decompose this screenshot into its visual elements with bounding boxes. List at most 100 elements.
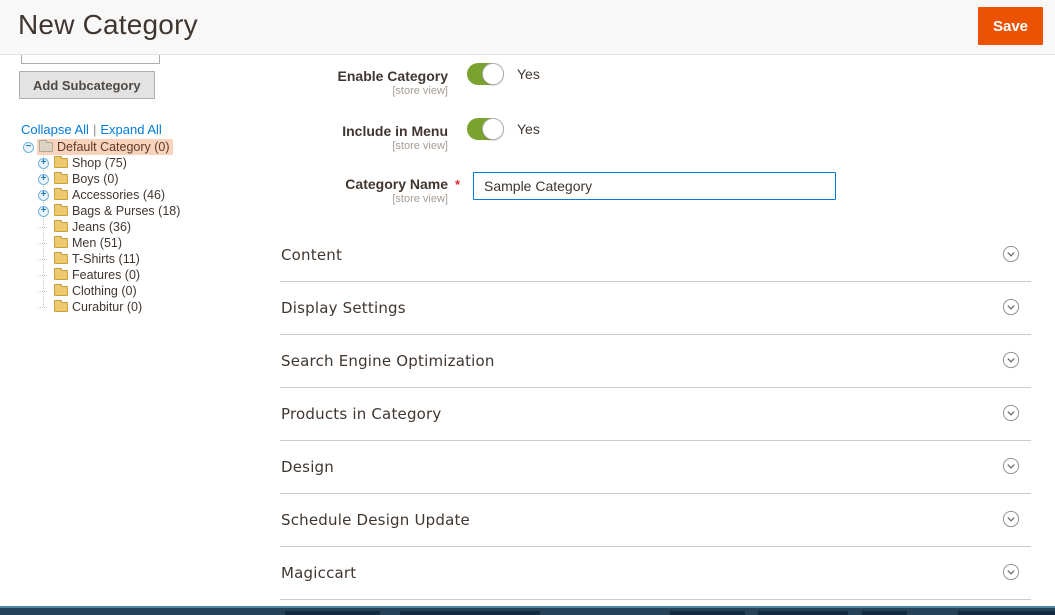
tree-item-clothing[interactable]: Clothing (0) [0,283,272,299]
chevron-down-icon[interactable] [1002,563,1020,581]
store-view-scope: [store view] [280,193,448,205]
enable-category-label: Enable Category [280,69,448,84]
illegible-text-smudge [670,611,745,615]
tree-item-label[interactable]: Curabitur (0) [72,300,142,314]
section-search-engine-optimization[interactable]: Search Engine Optimization [280,335,1031,388]
illegible-text-smudge [862,611,907,615]
cropped-bottom-bar [0,606,1055,615]
tree-item-tshirts[interactable]: T-Shirts (11) [0,251,272,267]
folder-icon [54,206,68,216]
chevron-down-icon[interactable] [1002,245,1020,263]
tree-item-label[interactable]: Features (0) [72,268,140,282]
add-subcategory-button[interactable]: Add Subcategory [19,71,155,99]
expand-all-link[interactable]: Expand All [100,122,161,137]
section-title: Products in Category [281,405,442,423]
tree-connector [38,259,47,260]
toggle-wrap: Yes [467,116,540,140]
field-label: Category Name [store view] [280,169,448,205]
include-in-menu-label: Include in Menu [280,124,448,139]
toggle-value-label: Yes [517,121,540,137]
tree-item-label[interactable]: Boys (0) [72,172,119,186]
tree-item-label[interactable]: Accessories (46) [72,188,165,202]
folder-icon [54,190,68,200]
category-tree-sidebar: Add Subcategory Collapse All|Expand All … [0,55,272,615]
tree-item-label[interactable]: Jeans (36) [72,220,131,234]
section-title: Search Engine Optimization [281,352,495,370]
tree-item-bags-purses[interactable]: + Bags & Purses (18) [0,203,272,219]
category-tree: − Default Category (0) + Shop (75) + Boy… [0,139,272,315]
tree-item-features[interactable]: Features (0) [0,267,272,283]
category-name-input[interactable] [473,172,836,200]
section-display-settings[interactable]: Display Settings [280,282,1031,335]
tree-connector [38,227,47,228]
tree-item-label[interactable]: Shop (75) [72,156,127,170]
tree-node-selected[interactable]: Default Category (0) [37,139,173,155]
illegible-text-smudge [958,611,1055,615]
tree-item-label[interactable]: Default Category (0) [57,140,170,154]
field-label: Enable Category [store view] [280,61,448,97]
section-products-in-category[interactable]: Products in Category [280,388,1031,441]
toggle-knob [482,63,504,85]
field-label: Include in Menu [store view] [280,116,448,152]
folder-icon [54,238,68,248]
folder-icon [54,254,68,264]
folder-icon [54,286,68,296]
chevron-down-icon[interactable] [1002,457,1020,475]
link-separator: | [93,122,96,137]
tree-connector [38,275,47,276]
folder-icon [54,174,68,184]
tree-item-men[interactable]: Men (51) [0,235,272,251]
tree-item-accessories[interactable]: + Accessories (46) [0,187,272,203]
save-button[interactable]: Save [978,7,1043,45]
illegible-text-smudge [400,611,540,615]
tree-links: Collapse All | Expand All [21,122,162,137]
section-magiccart[interactable]: Magiccart [280,547,1031,600]
collapse-all-link[interactable]: Collapse All [21,122,89,137]
tree-item-default-category[interactable]: − Default Category (0) [0,139,272,155]
field-category-name: Category Name [store view] * [280,169,1031,205]
tree-item-label[interactable]: Clothing (0) [72,284,137,298]
accordion-sections: Content Display Settings Search Engine O… [280,229,1031,600]
folder-icon [54,270,68,280]
enable-category-toggle[interactable] [467,63,504,85]
tree-connector [38,307,47,308]
store-view-scope: [store view] [280,140,448,152]
chevron-down-icon[interactable] [1002,351,1020,369]
toggle-wrap: Yes [467,61,540,85]
tree-item-label[interactable]: Bags & Purses (18) [72,204,180,218]
section-title: Display Settings [281,299,406,317]
tree-item-shop[interactable]: + Shop (75) [0,155,272,171]
section-content[interactable]: Content [280,229,1031,282]
expand-icon[interactable]: + [38,206,49,217]
tree-item-curabitur[interactable]: Curabitur (0) [0,299,272,315]
tree-item-jeans[interactable]: Jeans (36) [0,219,272,235]
tree-item-label[interactable]: Men (51) [72,236,122,250]
tree-children: + Shop (75) + Boys (0) + Accessories (46… [0,155,272,315]
chevron-down-icon[interactable] [1002,298,1020,316]
folder-icon [39,142,53,152]
folder-icon [54,222,68,232]
section-title: Magiccart [281,564,356,582]
tree-item-boys[interactable]: + Boys (0) [0,171,272,187]
illegible-text-smudge [758,611,848,615]
chevron-down-icon[interactable] [1002,404,1020,422]
expand-icon[interactable]: + [38,190,49,201]
category-name-label: Category Name [280,177,448,192]
store-view-scope: [store view] [280,85,448,97]
field-enable-category: Enable Category [store view] Yes [280,61,1031,97]
add-root-category-button-cropped[interactable] [21,55,160,64]
expand-icon[interactable]: + [38,158,49,169]
tree-connector [38,291,47,292]
toggle-knob [482,118,504,140]
field-include-in-menu: Include in Menu [store view] Yes [280,116,1031,152]
expand-icon[interactable]: + [38,174,49,185]
required-asterisk: * [448,169,473,192]
collapse-icon[interactable]: − [23,142,34,153]
tree-item-label[interactable]: T-Shirts (11) [72,252,140,266]
folder-icon [54,302,68,312]
section-design[interactable]: Design [280,441,1031,494]
section-schedule-design-update[interactable]: Schedule Design Update [280,494,1031,547]
include-in-menu-toggle[interactable] [467,118,504,140]
folder-icon [54,158,68,168]
chevron-down-icon[interactable] [1002,510,1020,528]
